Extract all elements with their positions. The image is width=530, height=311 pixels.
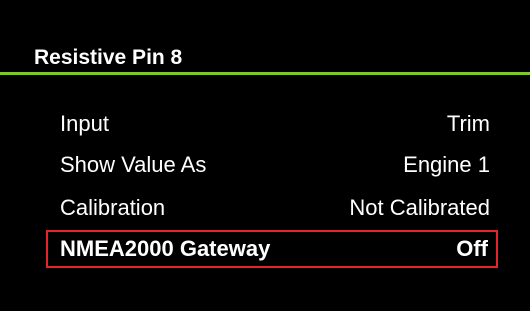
menu-item-label: NMEA2000 Gateway (60, 236, 271, 261)
menu-item-value: Trim (446, 111, 490, 136)
menu-item-nmea2000-gateway-selected[interactable]: NMEA2000 Gateway Off (46, 230, 498, 268)
menu-item-label: Input (60, 111, 109, 136)
device-screen: Resistive Pin 8 Input Trim Show Value As… (0, 0, 530, 311)
menu-item-label: Calibration (60, 195, 166, 220)
menu-item-show-value-as[interactable]: Show Value As Engine 1 (48, 146, 498, 184)
menu-item-value: Off (456, 236, 488, 261)
menu-item-calibration[interactable]: Calibration Not Calibrated (48, 189, 498, 227)
menu-item-value: Not Calibrated (349, 195, 490, 220)
settings-menu: Input Trim Show Value As Engine 1 Calibr… (0, 0, 530, 311)
menu-item-label: Show Value As (60, 152, 207, 177)
menu-item-input[interactable]: Input Trim (48, 105, 498, 143)
menu-item-value: Engine 1 (403, 152, 490, 177)
